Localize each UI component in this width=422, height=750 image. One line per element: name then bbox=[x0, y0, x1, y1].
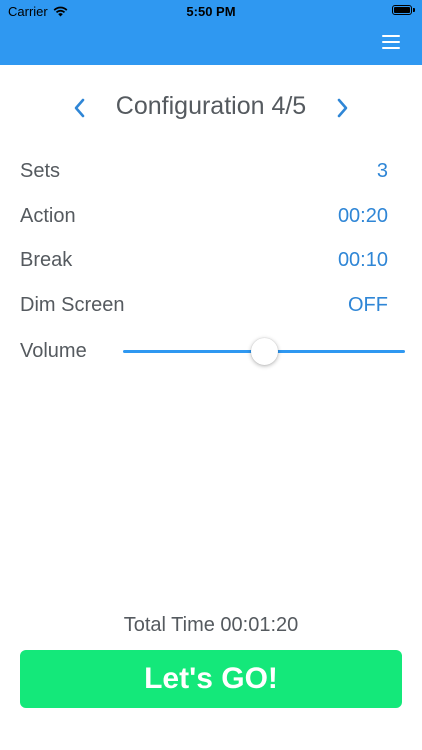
configuration-title: Configuration 4/5 bbox=[115, 92, 307, 120]
setting-label: Sets bbox=[20, 160, 61, 182]
volume-label: Volume bbox=[20, 340, 87, 362]
setting-row-action: Action 00:20 bbox=[20, 195, 390, 240]
status-bar: Carrier 5:50 PM bbox=[0, 0, 422, 22]
hamburger-menu-icon[interactable] bbox=[382, 35, 400, 51]
setting-row-sets: Sets 3 bbox=[20, 150, 390, 195]
chevron-right-icon[interactable] bbox=[328, 93, 356, 123]
status-time: 5:50 PM bbox=[186, 4, 236, 19]
break-value[interactable]: 00:10 bbox=[338, 249, 388, 272]
navigation-bar: Carrier 5:50 PM bbox=[0, 0, 422, 65]
app-screen: Carrier 5:50 PM Configuration 4/5 Sets 3… bbox=[0, 0, 422, 750]
dim-screen-toggle[interactable]: OFF bbox=[348, 294, 388, 317]
volume-slider-thumb[interactable] bbox=[250, 338, 278, 365]
setting-row-break: Break 00:10 bbox=[20, 239, 390, 284]
total-time: Total Time 00:01:20 bbox=[123, 614, 299, 636]
lets-go-button[interactable]: Let's GO! bbox=[20, 650, 402, 708]
battery-icon bbox=[392, 5, 415, 15]
setting-label: Action bbox=[20, 204, 76, 227]
setting-label: Break bbox=[20, 249, 73, 271]
configuration-header: Configuration 4/5 bbox=[0, 88, 422, 128]
battery-level bbox=[394, 7, 410, 13]
volume-row: Volume bbox=[20, 335, 410, 369]
sets-value[interactable]: 3 bbox=[377, 160, 388, 183]
setting-row-dim-screen: Dim Screen OFF bbox=[20, 284, 390, 329]
settings-list: Sets 3 Action 00:20 Break 00:10 Dim Scre… bbox=[20, 150, 390, 328]
volume-slider[interactable] bbox=[123, 338, 405, 365]
action-value[interactable]: 00:20 bbox=[338, 205, 388, 228]
setting-label: Dim Screen bbox=[20, 293, 125, 316]
